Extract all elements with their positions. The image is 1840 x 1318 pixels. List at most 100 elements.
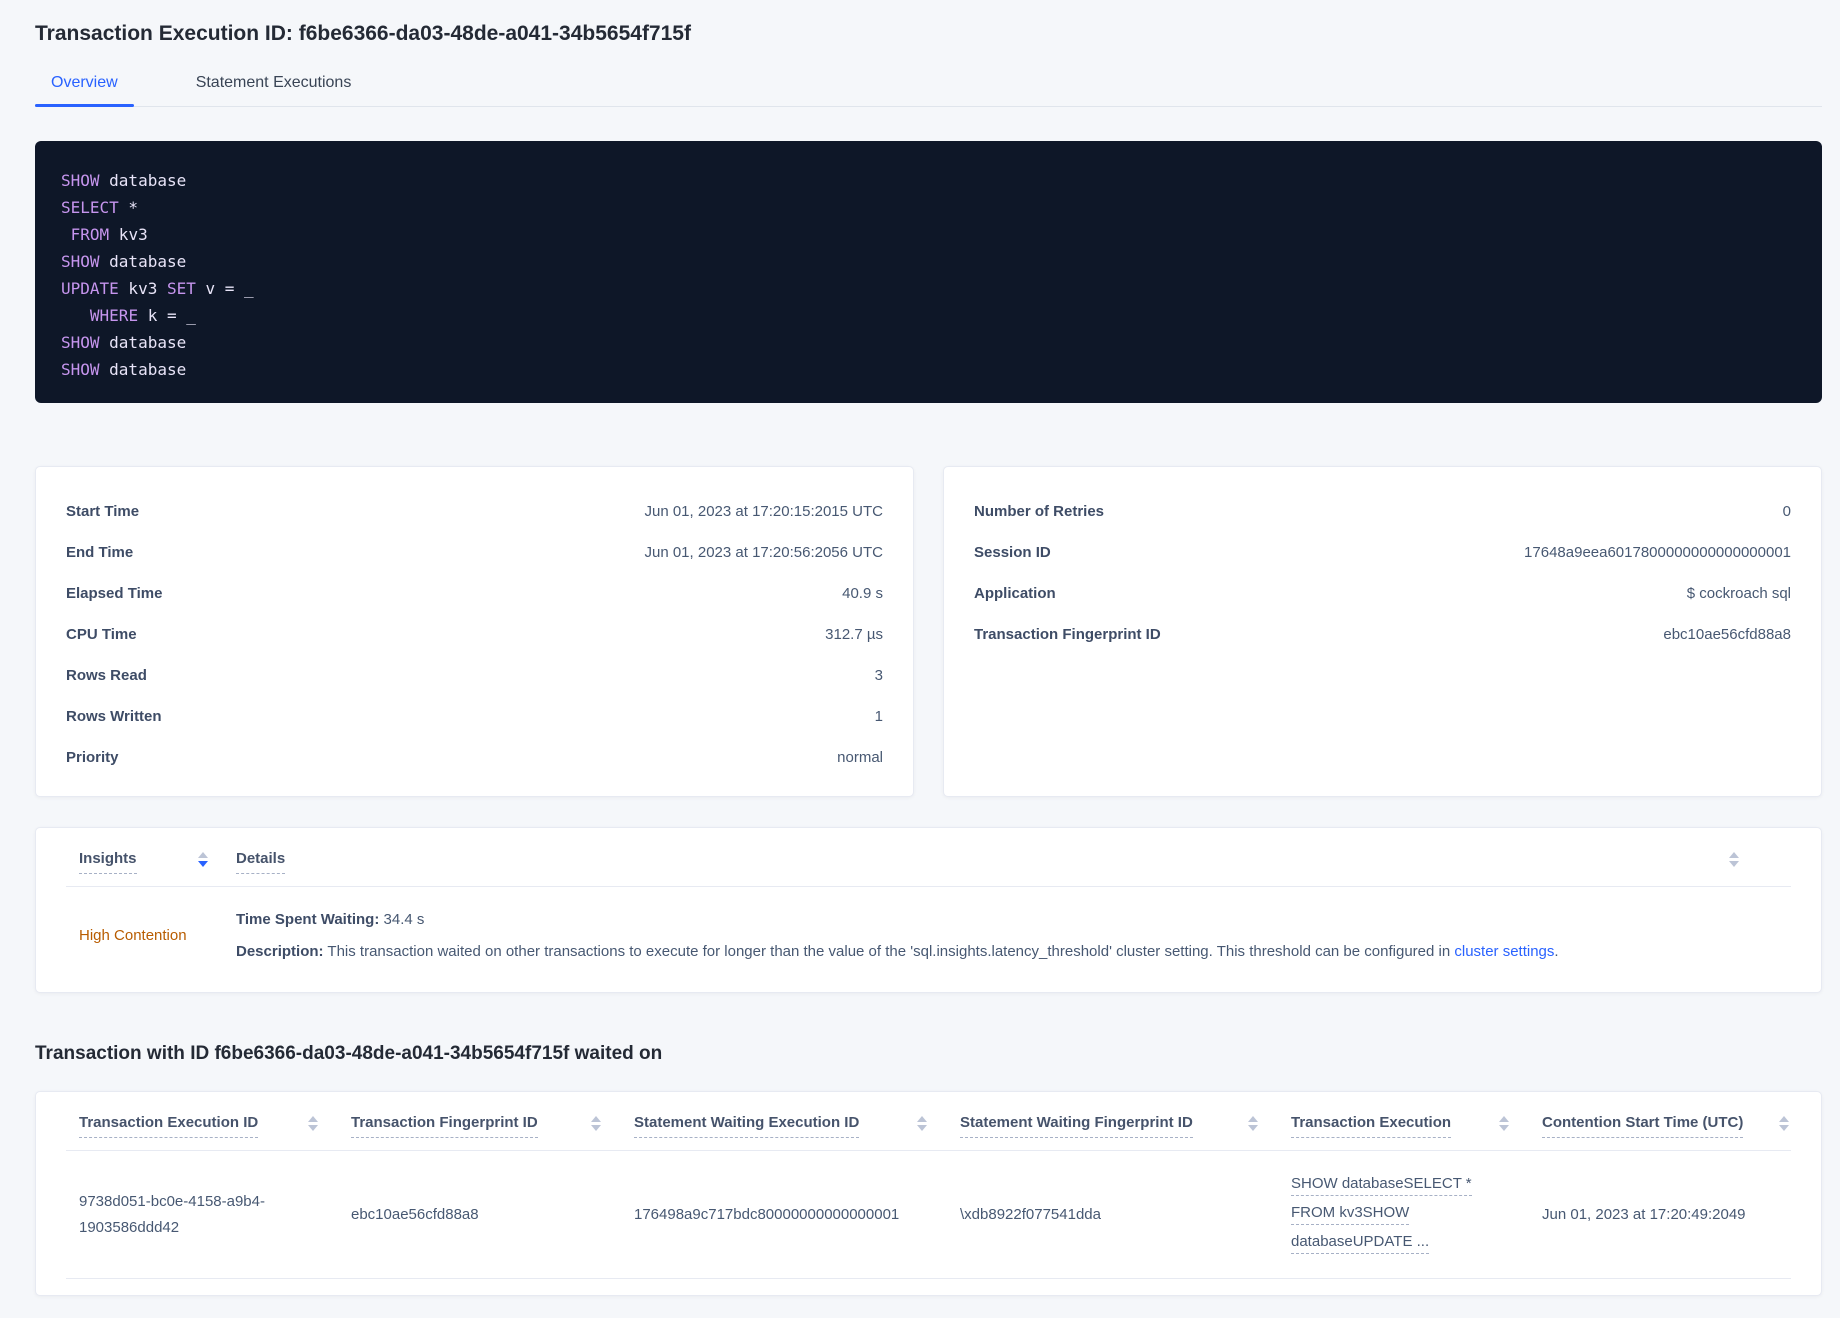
stat-row-start-time: Start Time Jun 01, 2023 at 17:20:15:2015 … [66, 491, 883, 532]
details-column-header: Details [236, 850, 1729, 874]
sort-down-icon [1499, 1125, 1509, 1131]
sql-keyword: UPDATE [61, 279, 119, 298]
stat-row-retries: Number of Retries 0 [974, 491, 1791, 532]
sql-keyword: SHOW [61, 360, 100, 379]
stat-label: Session ID [974, 544, 1051, 561]
sort-down-icon [308, 1125, 318, 1131]
insight-details: Time Spent Waiting: 34.4 s Description: … [236, 909, 1791, 962]
table-row: 9738d051-bc0e-4158-a9b4-1903586ddd42 ebc… [66, 1151, 1791, 1279]
insight-description: Description: This transaction waited on … [236, 941, 1791, 962]
sql-line: SELECT * [61, 194, 1802, 221]
sql-keyword: SELECT [61, 198, 119, 217]
sql-text: database [99, 360, 187, 379]
transaction-fingerprint-link[interactable]: ebc10ae56cfd88a8 [1663, 626, 1791, 643]
column-header-transaction-execution-id: Transaction Execution ID [66, 1114, 338, 1138]
high-contention-badge: High Contention [79, 927, 187, 944]
stat-value: Jun 01, 2023 at 17:20:15:2015 UTC [644, 503, 883, 520]
transaction-execution-link[interactable]: SHOW databaseSELECT * [1291, 1174, 1472, 1196]
tab-overview[interactable]: Overview [35, 74, 134, 107]
column-label[interactable]: Transaction Execution [1291, 1114, 1452, 1138]
stat-value: 40.9 s [842, 585, 883, 602]
sql-keyword: WHERE [89, 306, 139, 325]
stat-value: 1 [874, 708, 883, 725]
sql-text: k = _ [138, 306, 196, 325]
stat-label: Rows Read [66, 667, 147, 684]
insights-column-header: Insights [66, 850, 236, 874]
sql-keyword: SHOW [61, 252, 100, 271]
stat-value: normal [837, 749, 883, 766]
description-suffix: . [1554, 943, 1559, 960]
sort-icon[interactable] [1248, 1116, 1258, 1131]
tab-bar: Overview Statement Executions [35, 74, 1822, 107]
waiting-value: 34.4 s [379, 911, 425, 928]
column-label[interactable]: Transaction Execution ID [79, 1114, 259, 1138]
cluster-settings-link[interactable]: cluster settings [1454, 943, 1554, 960]
sort-down-icon [1779, 1125, 1789, 1131]
tab-overview-label: Overview [51, 74, 118, 91]
stat-value: Jun 01, 2023 at 17:20:56:2056 UTC [644, 544, 883, 561]
column-label[interactable]: Contention Start Time (UTC) [1542, 1114, 1744, 1138]
cell-statement-waiting-execution-id: 176498a9c717bdc80000000000000001 [634, 1205, 900, 1223]
sort-icon[interactable] [1729, 852, 1739, 867]
column-header-contention-start-time: Contention Start Time (UTC) [1529, 1114, 1791, 1138]
sort-up-icon [917, 1116, 927, 1122]
stat-value: $ cockroach sql [1686, 585, 1791, 602]
sort-down-icon [1729, 861, 1739, 867]
stat-label: Priority [66, 749, 119, 766]
sort-up-icon [1248, 1116, 1258, 1122]
sql-keyword: SHOW [61, 171, 100, 190]
sort-up-icon [1779, 1116, 1789, 1122]
sort-icon[interactable] [591, 1116, 601, 1131]
stat-row-end-time: End Time Jun 01, 2023 at 17:20:56:2056 UT… [66, 532, 883, 573]
time-spent-waiting: Time Spent Waiting: 34.4 s [236, 909, 1791, 930]
transaction-execution-link[interactable]: FROM kv3SHOW [1291, 1203, 1410, 1225]
column-label[interactable]: Statement Waiting Fingerprint ID [960, 1114, 1193, 1138]
stat-label: End Time [66, 544, 134, 561]
stat-value: 312.7 µs [825, 626, 883, 643]
sort-down-icon [917, 1125, 927, 1131]
sql-line: UPDATE kv3 SET v = _ [61, 275, 1802, 302]
stat-row-rows-written: Rows Written 1 [66, 696, 883, 737]
cell-transaction-execution-id: 9738d051-bc0e-4158-a9b4-1903586ddd42 [79, 1192, 265, 1236]
stat-label: Number of Retries [974, 503, 1105, 520]
insights-column-label[interactable]: Insights [79, 850, 137, 874]
summary-cards-row: Start Time Jun 01, 2023 at 17:20:15:2015 … [35, 466, 1822, 797]
sql-text: kv3 [118, 279, 167, 298]
sort-down-icon [198, 861, 208, 867]
details-column-label[interactable]: Details [236, 850, 286, 874]
sql-keyword: SET [166, 279, 196, 298]
sql-keyword: FROM [70, 225, 110, 244]
column-label[interactable]: Transaction Fingerprint ID [351, 1114, 538, 1138]
sql-line: SHOW database [61, 248, 1802, 275]
stat-row-transaction-fingerprint-id: Transaction Fingerprint ID ebc10ae56cfd88… [974, 614, 1791, 655]
sort-icon[interactable] [1779, 1116, 1789, 1131]
sort-icon[interactable] [198, 852, 208, 867]
sql-line: SHOW database [61, 329, 1802, 356]
column-header-transaction-fingerprint-id: Transaction Fingerprint ID [338, 1114, 621, 1138]
insight-row: High Contention Time Spent Waiting: 34.4… [66, 887, 1791, 992]
sort-icon[interactable] [1499, 1116, 1509, 1131]
sort-down-icon [591, 1125, 601, 1131]
stat-label: Start Time [66, 503, 140, 520]
execution-details-card: Start Time Jun 01, 2023 at 17:20:15:2015 … [35, 466, 914, 797]
sort-icon[interactable] [308, 1116, 318, 1131]
cell-contention-start-time: Jun 01, 2023 at 17:20:49:2049 [1542, 1205, 1746, 1223]
stat-label: Rows Written [66, 708, 162, 725]
description-label: Description: [236, 943, 324, 960]
sort-up-icon [591, 1116, 601, 1122]
sort-icon[interactable] [917, 1116, 927, 1131]
tab-statement-executions[interactable]: Statement Executions [180, 74, 368, 106]
sql-line: SHOW database [61, 356, 1802, 383]
stat-value: 0 [1782, 503, 1791, 520]
column-label[interactable]: Statement Waiting Execution ID [634, 1114, 860, 1138]
sql-line: FROM kv3 [61, 221, 1802, 248]
sort-up-icon [308, 1116, 318, 1122]
transaction-execution-link[interactable]: databaseUPDATE ... [1291, 1232, 1430, 1254]
column-header-statement-waiting-execution-id: Statement Waiting Execution ID [621, 1114, 947, 1138]
sql-line: WHERE k = _ [61, 302, 1802, 329]
cell-transaction-fingerprint-id: ebc10ae56cfd88a8 [351, 1205, 479, 1223]
sql-text: * [118, 198, 139, 217]
waiting-label: Time Spent Waiting: [236, 911, 380, 928]
